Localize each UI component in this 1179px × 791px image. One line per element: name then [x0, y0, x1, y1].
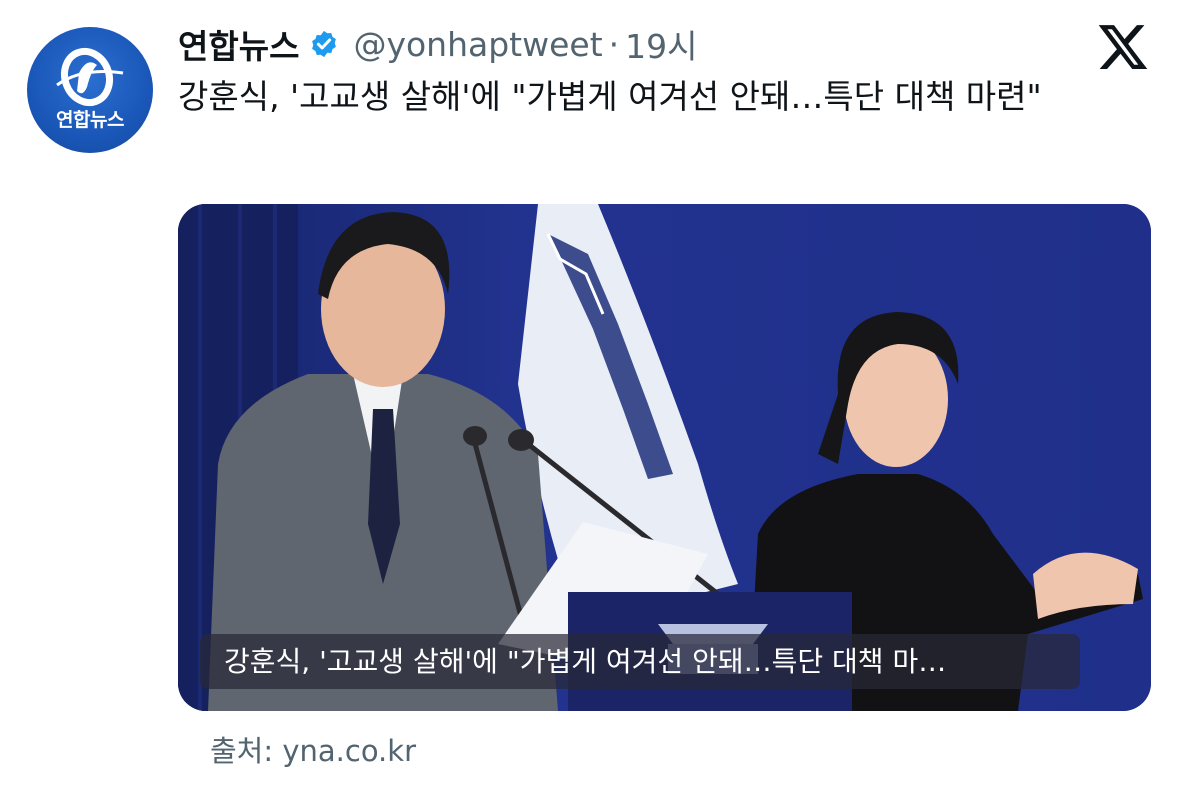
tweet-text: 강훈식, '고교생 살해'에 "가볍게 여겨선 안돼…특단 대책 마련": [178, 77, 1042, 116]
account-handle[interactable]: @yonhaptweet: [353, 25, 602, 64]
avatar[interactable]: 연합뉴스: [27, 27, 153, 153]
card-source-link[interactable]: 출처: yna.co.kr: [210, 728, 416, 770]
card-caption: 강훈식, '고교생 살해'에 "가볍게 여겨선 안돼…특단 대책 마…: [200, 634, 1080, 689]
tweet-header: 연합뉴스 @yonhaptweet · 19시: [178, 20, 698, 68]
yonhap-logo-icon: [56, 47, 124, 107]
verified-badge-icon: [312, 30, 337, 58]
account-name[interactable]: 연합뉴스: [178, 20, 299, 68]
separator-dot: ·: [608, 24, 620, 64]
x-logo-icon[interactable]: [1096, 20, 1150, 74]
timestamp[interactable]: 19시: [625, 20, 697, 68]
link-card-media[interactable]: 강훈식, '고교생 살해'에 "가볍게 여겨선 안돼…특단 대책 마…: [178, 204, 1151, 711]
avatar-brand-text: 연합뉴스: [56, 109, 124, 131]
